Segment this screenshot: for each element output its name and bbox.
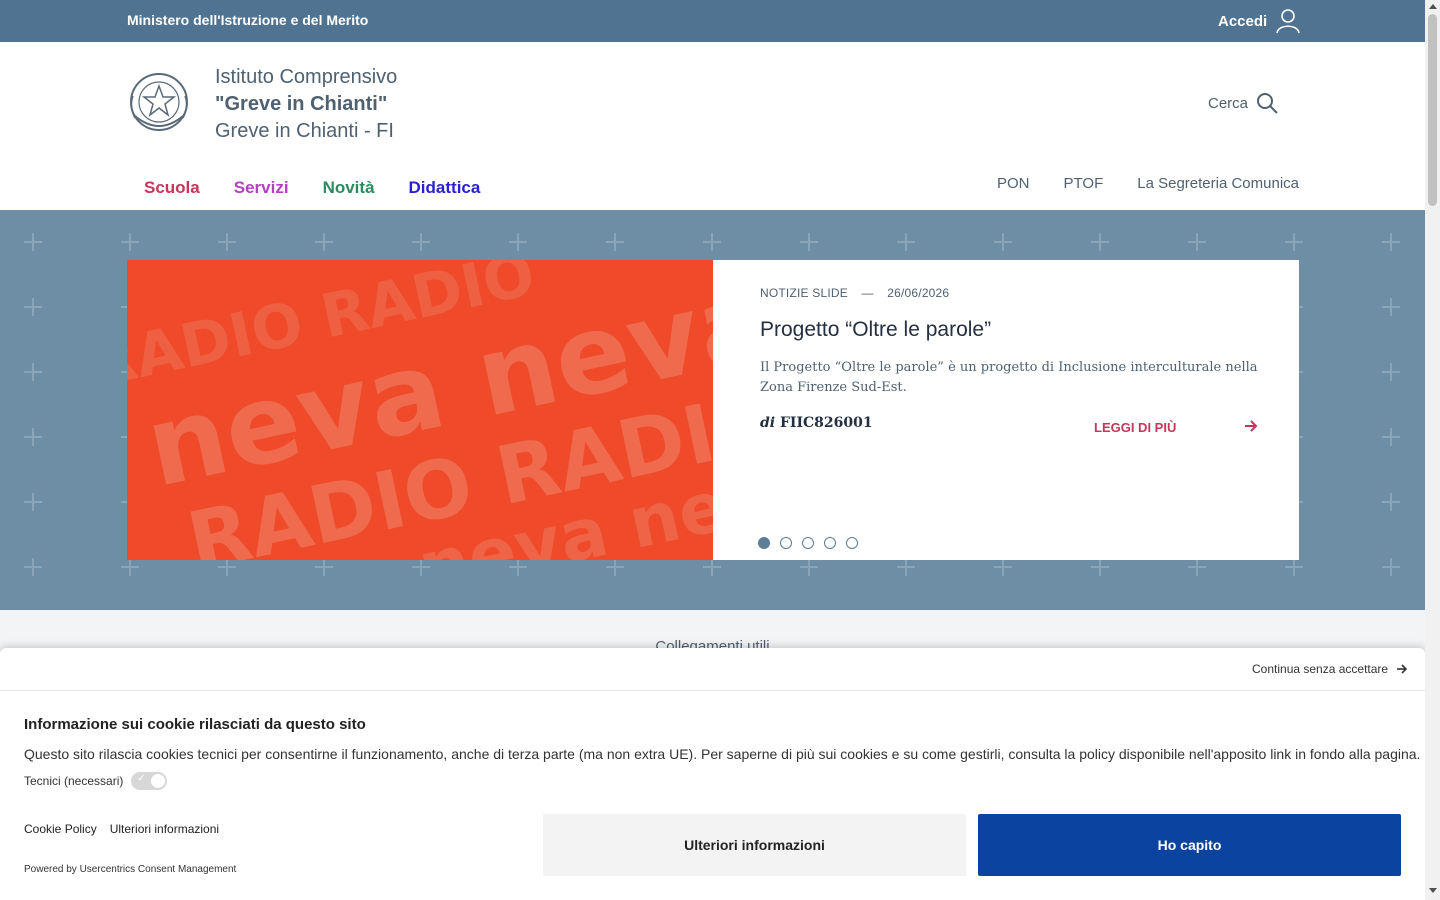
- cookie-policy-link[interactable]: Cookie Policy: [24, 822, 97, 836]
- nav-segreteria-comunica[interactable]: La Segreteria Comunica: [1137, 175, 1299, 192]
- scroll-thumb[interactable]: [1428, 14, 1437, 206]
- slide-meta: NOTIZIE SLIDE — 26/06/2026: [760, 286, 949, 300]
- slide-image[interactable]: neva neva RADIO RADIO RADIO RADIO neva n…: [127, 260, 713, 560]
- nav-ptof[interactable]: PTOF: [1064, 175, 1104, 192]
- carousel-dot-3[interactable]: [802, 537, 814, 549]
- scroll-down-arrow-icon[interactable]: [1429, 888, 1437, 893]
- author-prefix: di: [760, 415, 776, 431]
- nav-pon[interactable]: PON: [997, 175, 1030, 192]
- search-button[interactable]: Cerca: [1208, 92, 1278, 114]
- check-icon: ✓: [137, 773, 146, 784]
- arrow-right-icon[interactable]: [1243, 418, 1259, 434]
- login-button[interactable]: Accedi: [1218, 8, 1301, 34]
- ministry-link[interactable]: Ministero dell'Istruzione e del Merito: [127, 12, 368, 28]
- site-header: Istituto Comprensivo "Greve in Chianti" …: [0, 42, 1425, 210]
- continue-without-accepting[interactable]: Continua senza accettare: [1252, 662, 1408, 676]
- carousel-dot-4[interactable]: [824, 537, 836, 549]
- scroll-up-arrow-icon[interactable]: [1429, 4, 1437, 9]
- secondary-navigation: PON PTOF La Segreteria Comunica: [997, 175, 1299, 192]
- arrow-right-icon: [1397, 664, 1408, 674]
- carousel-dot-1[interactable]: [758, 537, 770, 549]
- cookie-title: Informazione sui cookie rilasciati da qu…: [24, 716, 366, 733]
- author-name: FIIC826001: [779, 415, 873, 431]
- technical-cookies-toggle[interactable]: ✓: [131, 772, 168, 790]
- meta-separator: —: [861, 286, 874, 300]
- powered-by[interactable]: Powered by Usercentrics Consent Manageme…: [24, 864, 236, 875]
- more-info-link[interactable]: Ulteriori informazioni: [110, 822, 219, 836]
- toggle-label: Tecnici (necessari): [24, 774, 124, 788]
- school-name-line3: Greve in Chianti - FI: [215, 120, 394, 142]
- carousel-dot-2[interactable]: [780, 537, 792, 549]
- login-label: Accedi: [1218, 12, 1268, 30]
- skip-label: Continua senza accettare: [1252, 662, 1389, 676]
- main-navigation: Scuola Servizi Novità Didattica: [144, 178, 480, 198]
- top-bar: Ministero dell'Istruzione e del Merito A…: [0, 0, 1425, 42]
- slide-description: Il Progetto “Oltre le parole” è un proge…: [760, 360, 1258, 395]
- carousel-pagination: [758, 537, 858, 549]
- cookie-links: Cookie Policy Ulteriori informazioni: [24, 822, 219, 836]
- user-icon: [1276, 9, 1300, 34]
- slide-date: 26/06/2026: [887, 286, 950, 300]
- slide-card: NOTIZIE SLIDE — 26/06/2026 Progetto “Olt…: [713, 260, 1299, 560]
- nav-novita[interactable]: Novità: [323, 178, 375, 198]
- republic-emblem-icon[interactable]: [127, 66, 191, 138]
- radio-logo-image: neva neva RADIO RADIO RADIO RADIO neva n…: [127, 260, 713, 560]
- search-icon: [1257, 93, 1278, 114]
- page-scrollbar[interactable]: [1425, 0, 1440, 900]
- technical-cookies-row: Tecnici (necessari) ✓: [24, 772, 168, 790]
- carousel-dot-5[interactable]: [846, 537, 858, 549]
- search-label: Cerca: [1208, 94, 1249, 112]
- slide-category[interactable]: NOTIZIE SLIDE: [760, 286, 848, 300]
- cookie-description: Questo sito rilascia cookies tecnici per…: [24, 746, 1421, 762]
- school-name[interactable]: Istituto Comprensivo "Greve in Chianti" …: [215, 64, 397, 145]
- hero-carousel: neva neva RADIO RADIO RADIO RADIO neva n…: [0, 210, 1425, 610]
- school-name-line1: Istituto Comprensivo: [215, 66, 398, 88]
- nav-didattica[interactable]: Didattica: [409, 178, 481, 198]
- cookie-banner: Continua senza accettare Informazione su…: [0, 648, 1425, 900]
- read-more-link[interactable]: LEGGI DI PIÙ: [1094, 420, 1176, 435]
- school-name-line2: "Greve in Chianti": [215, 93, 388, 115]
- divider: [0, 690, 1425, 691]
- slide-title[interactable]: Progetto “Oltre le parole”: [760, 318, 991, 342]
- slide-author: di FIIC826001: [760, 415, 873, 431]
- nav-servizi[interactable]: Servizi: [234, 178, 289, 198]
- more-info-button[interactable]: Ulteriori informazioni: [543, 814, 966, 876]
- accept-button[interactable]: Ho capito: [978, 814, 1401, 876]
- nav-scuola[interactable]: Scuola: [144, 178, 200, 198]
